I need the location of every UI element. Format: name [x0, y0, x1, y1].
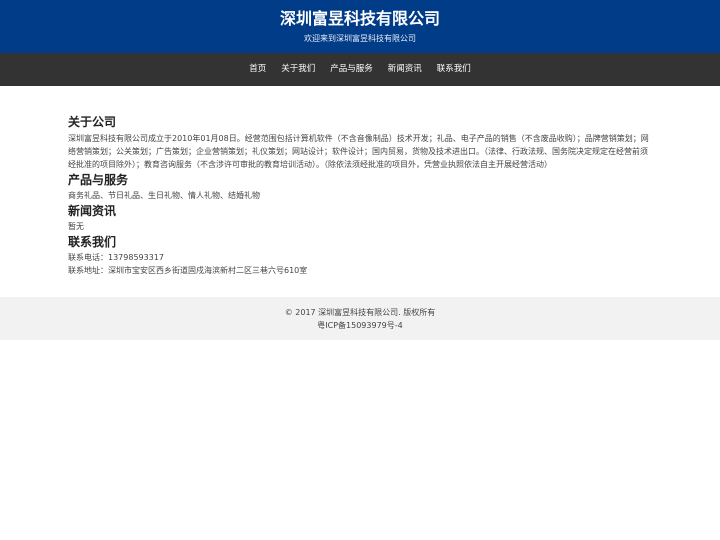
news-text: 暂无: [68, 222, 84, 231]
site-subtitle: 欢迎来到深圳富昱科技有限公司: [304, 34, 416, 43]
contact-title: 联系我们: [68, 235, 117, 249]
about-text: 深圳富昱科技有限公司成立于2010年01月08日。经营范围包括计算机软件（不含音…: [68, 134, 649, 169]
contact-address: 联系地址：深圳市宝安区西乡街道固戍海滨新村二区三巷六号610室: [68, 266, 308, 275]
copyright-text: © 2017 深圳富昱科技有限公司. 版权所有: [284, 308, 436, 317]
site-footer: © 2017 深圳富昱科技有限公司. 版权所有 粤ICP备15093979号-4: [0, 297, 720, 340]
contact-section: 联系我们 联系电话：13798593317 联系地址：深圳市宝安区西乡街道固戍海…: [68, 234, 654, 277]
nav-item-products[interactable]: 产品与服务: [323, 53, 381, 86]
site-title: 深圳富昱科技有限公司: [279, 9, 440, 28]
products-section: 产品与服务 商务礼品、节日礼品、生日礼物、情人礼物、结婚礼物: [68, 172, 654, 202]
news-title: 新闻资讯: [68, 204, 117, 218]
nav-list: 首页 关于我们 产品与服务 新闻资讯 联系我们: [0, 53, 720, 86]
icp-link[interactable]: 粤ICP备15093979号-4: [0, 320, 720, 332]
about-title: 关于公司: [68, 115, 117, 129]
products-text: 商务礼品、节日礼品、生日礼物、情人礼物、结婚礼物: [68, 191, 260, 200]
nav-item-contact[interactable]: 联系我们: [429, 53, 478, 86]
contact-phone: 联系电话：13798593317: [68, 253, 164, 262]
main-nav: 首页 关于我们 产品与服务 新闻资讯 联系我们: [0, 53, 720, 86]
site-header: 深圳富昱科技有限公司 欢迎来到深圳富昱科技有限公司: [0, 0, 720, 53]
nav-item-about[interactable]: 关于我们: [274, 53, 323, 86]
nav-item-home[interactable]: 首页: [242, 53, 274, 86]
news-section: 新闻资讯 暂无: [68, 203, 654, 233]
nav-item-news[interactable]: 新闻资讯: [380, 53, 429, 86]
main-content: 关于公司 深圳富昱科技有限公司成立于2010年01月08日。经营范围包括计算机软…: [68, 114, 654, 277]
products-title: 产品与服务: [68, 173, 129, 187]
about-section: 关于公司 深圳富昱科技有限公司成立于2010年01月08日。经营范围包括计算机软…: [68, 114, 654, 171]
